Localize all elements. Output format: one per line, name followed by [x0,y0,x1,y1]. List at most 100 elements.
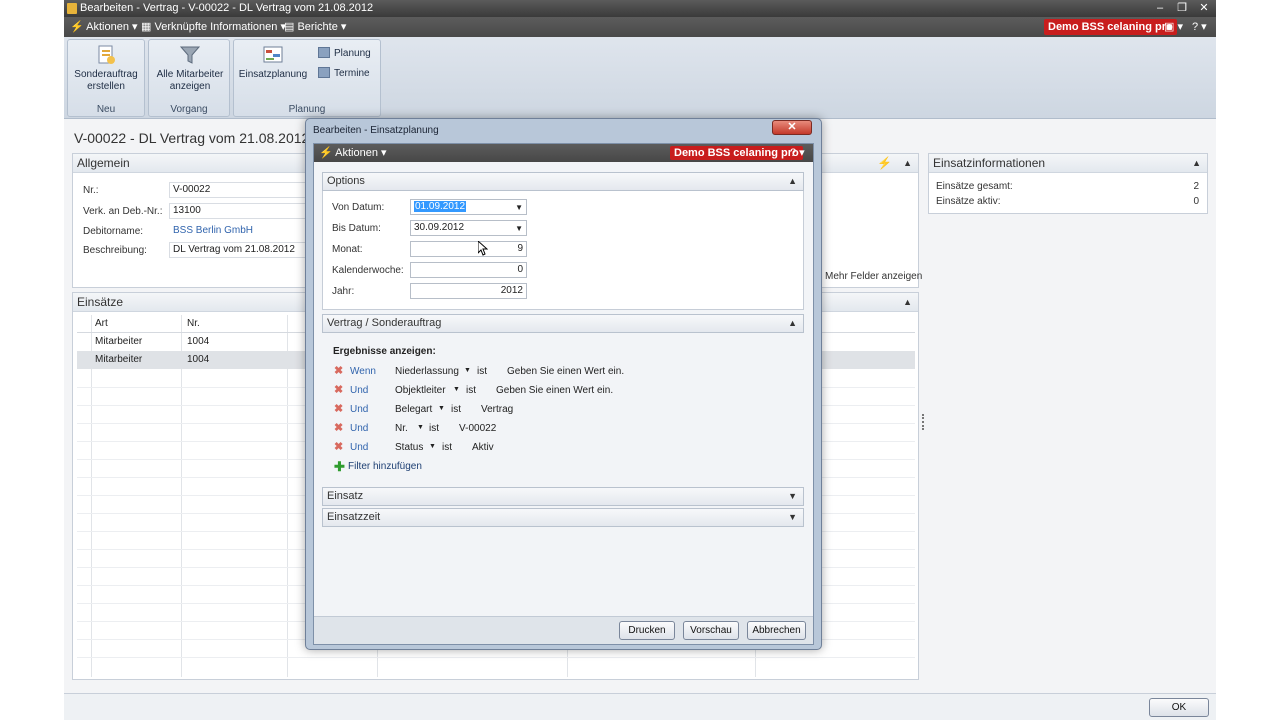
collapse-up-icon[interactable]: ▲ [903,293,912,312]
column-header-art[interactable]: Art [95,318,108,329]
collapse-up-icon[interactable]: ▲ [1192,154,1201,173]
menu-berichte[interactable]: ▤ Berichte ▾ [284,17,346,37]
help-icon[interactable]: ? ▾ [1192,17,1207,37]
report-icon: ▤ [284,21,295,33]
restore-button[interactable]: ❐ [1172,1,1192,15]
sonderauftrag-erstellen-button[interactable]: Sonderauftrag erstellen [70,44,142,93]
company-badge: Demo BSS celaning pro [1044,19,1177,35]
drucken-button[interactable]: Drucken [619,621,675,640]
field-value-debitorname[interactable]: BSS Berlin GmbH [169,223,309,239]
dropdown-arrow-icon[interactable]: ▼ [429,443,436,450]
filter-value-input[interactable]: Vertrag [481,404,513,415]
dropdown-arrow-icon[interactable]: ▼ [464,367,471,374]
expand-down-icon[interactable]: ▼ [788,509,797,526]
dialog-title: Bearbeiten - Einsatzplanung [313,125,439,136]
bis-datum-label: Bis Datum: [332,223,381,234]
dropdown-arrow-icon[interactable]: ▼ [453,386,460,393]
row-separator [77,657,915,658]
view-options-icon[interactable]: ▣ ▾ [1164,17,1183,37]
menu-verknuepfte[interactable]: ▦ Verknüpfte Informationen ▾ [141,17,286,37]
filter-field[interactable]: Status [395,442,423,453]
filter-operator: ist [429,423,439,434]
field-value-deb-nr[interactable]: 13100 [169,203,309,219]
planung-small-button[interactable]: Planung [318,47,371,59]
ribbon-group-neu-label: Neu [96,104,116,115]
field-value-nr[interactable]: V-00022 [169,182,309,198]
einsaetze-aktiv-label: Einsätze aktiv: [936,196,1001,207]
bis-datum-input[interactable]: 30.09.2012 ▼ [410,220,527,236]
einsatzzeit-header-label: Einsatzzeit [327,511,381,523]
mehr-felder-link[interactable]: Mehr Felder anzeigen [825,271,922,282]
dropdown-arrow-icon[interactable]: ▼ [515,201,523,215]
einsaetze-aktiv-value[interactable]: 0 [1193,196,1199,207]
einsatz-section-header[interactable]: Einsatz ▼ [322,487,804,506]
filter-field[interactable]: Objektleiter [395,385,446,396]
dialog-menu-aktionen[interactable]: ⚡ Aktionen ▾ [319,144,387,162]
column-header-nr[interactable]: Nr. [187,318,200,329]
von-datum-input[interactable]: 01.09.2012 ▼ [410,199,527,215]
dropdown-arrow-icon[interactable]: ▼ [515,222,523,236]
filter-operator: ist [451,404,461,415]
collapse-up-icon[interactable]: ▲ [903,154,912,173]
jahr-input[interactable]: 2012 [410,283,527,299]
add-filter-row[interactable]: ✚ Filter hinzufügen [322,458,804,477]
remove-filter-icon[interactable]: ✖ [334,404,344,415]
filter-hinzufuegen-link[interactable]: Filter hinzufügen [348,461,422,472]
vorschau-button[interactable]: Vorschau [683,621,739,640]
termine-small-button[interactable]: Termine [318,67,370,79]
einsatzzeit-section-header[interactable]: Einsatzzeit ▼ [322,508,804,527]
vertrag-section-header[interactable]: Vertrag / Sonderauftrag ▲ [322,314,804,333]
funnel-icon [179,44,201,66]
abbrechen-button[interactable]: Abbrechen [747,621,806,640]
ribbon-group-vorgang: Alle Mitarbeiter anzeigen Vorgang [148,39,230,117]
options-section-header[interactable]: Options ▲ [322,172,804,191]
filter-row: ✖ Und Status ▼ ist Aktiv [322,439,804,458]
dropdown-arrow-icon[interactable]: ▼ [438,405,445,412]
filter-field[interactable]: Nr. [395,423,408,434]
einsaetze-header-label: Einsätze [77,295,124,309]
dialog-help-icon[interactable]: ? ▾ [790,144,805,162]
dropdown-arrow-icon[interactable]: ▼ [417,424,424,431]
kalenderwoche-input[interactable]: 0 [410,262,527,278]
bis-datum-value: 30.09.2012 [414,222,465,233]
row-art: Mitarbeiter [95,354,143,365]
alle-mitarbeiter-button[interactable]: Alle Mitarbeiter anzeigen [153,44,227,93]
ergebnisse-anzeigen-label: Ergebnisse anzeigen: [333,346,436,357]
expand-down-icon[interactable]: ▼ [788,488,797,505]
close-button[interactable]: ✕ [1194,1,1214,15]
help-label: ? [1192,21,1199,33]
planung-icon [318,47,330,58]
menu-aktionen[interactable]: ⚡ Aktionen ▾ [70,17,138,37]
lightning-small-icon[interactable]: ⚡ [877,154,892,173]
window-title: Bearbeiten - Vertrag - V-00022 - DL Vert… [80,2,374,14]
row-art: Mitarbeiter [95,336,143,347]
collapse-up-icon[interactable]: ▲ [788,315,797,332]
splitter-handle[interactable] [922,414,924,430]
remove-filter-icon[interactable]: ✖ [334,366,344,377]
von-datum-value: 01.09.2012 [414,201,467,212]
einsatzplanung-button[interactable]: Einsatzplanung [236,44,310,81]
einsatzinformationen-header[interactable]: Einsatzinformationen ▲ [929,154,1207,173]
grid-divider [287,315,288,677]
field-value-beschreibung[interactable]: DL Vertrag vom 21.08.2012 [169,242,309,258]
minimize-button[interactable]: – [1150,1,1170,15]
lightning-icon: ⚡ [319,147,333,159]
filter-field[interactable]: Niederlassung [395,366,459,377]
filter-value-input[interactable]: Geben Sie einen Wert ein. [507,366,624,377]
dialog-close-button[interactable]: ✕ [772,120,812,135]
filter-value-input[interactable]: Geben Sie einen Wert ein. [496,385,613,396]
filter-conjunction: Und [350,385,369,396]
planung-small-label: Planung [334,48,371,59]
remove-filter-icon[interactable]: ✖ [334,385,344,396]
remove-filter-icon[interactable]: ✖ [334,442,344,453]
collapse-up-icon[interactable]: ▲ [788,173,797,190]
monat-input[interactable]: 9 [410,241,527,257]
filter-value-input[interactable]: V-00022 [459,423,496,434]
ok-button[interactable]: OK [1149,698,1209,717]
einsatzplanung-dialog: Bearbeiten - Einsatzplanung ✕ ⚡ Aktionen… [305,118,822,650]
einsaetze-gesamt-value[interactable]: 2 [1193,181,1199,192]
remove-filter-icon[interactable]: ✖ [334,423,344,434]
dialog-button-bar: Drucken Vorschau Abbrechen [314,616,813,644]
filter-field[interactable]: Belegart [395,404,432,415]
filter-value-input[interactable]: Aktiv [472,442,494,453]
